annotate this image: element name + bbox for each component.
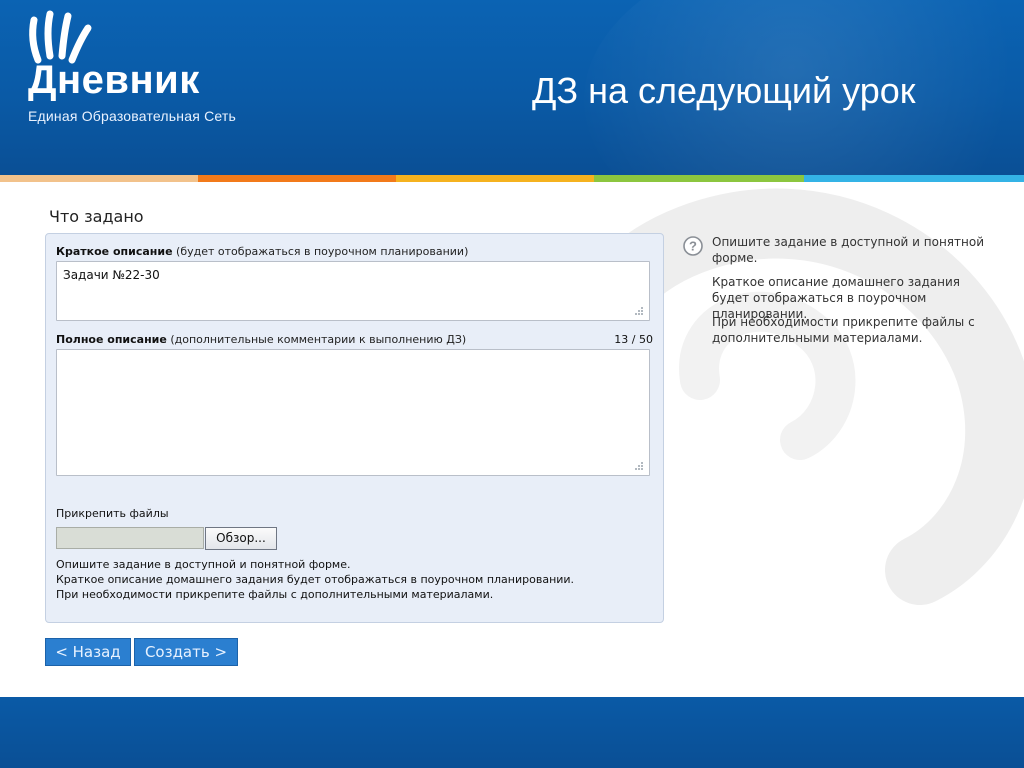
form-hint: Опишите задание в доступной и понятной ф… — [56, 558, 351, 571]
question-icon: ? — [683, 236, 703, 256]
resize-grip-icon[interactable] — [633, 305, 643, 315]
footer-band — [0, 697, 1024, 768]
color-stripe — [0, 175, 1024, 182]
full-description-label-note: (дополнительные комментарии к выполнению… — [166, 333, 467, 346]
back-button[interactable]: < Назад — [45, 638, 131, 666]
help-text: При необходимости прикрепите файлы с доп… — [712, 315, 975, 345]
homework-form-panel: Краткое описание (будет отображаться в п… — [45, 233, 664, 623]
section-title: Что задано — [49, 207, 144, 226]
file-path-input[interactable] — [56, 527, 204, 549]
svg-text:?: ? — [689, 239, 697, 254]
stripe-segment — [594, 175, 804, 182]
form-hint: Краткое описание домашнего задания будет… — [56, 573, 575, 586]
short-description-label: Краткое описание (будет отображаться в п… — [56, 245, 468, 258]
short-description-label-note: (будет отображаться в поурочном планиров… — [172, 245, 469, 258]
browse-button[interactable]: Обзор... — [205, 527, 277, 550]
stripe-segment — [804, 175, 1024, 182]
short-description-value: Задачи №22-30 — [63, 268, 160, 282]
short-description-label-bold: Краткое описание — [56, 245, 173, 258]
create-button[interactable]: Создать > — [134, 638, 238, 666]
help-text: Опишите задание в доступной и понятной ф… — [712, 235, 984, 265]
form-hint: При необходимости прикрепите файлы с доп… — [56, 588, 494, 601]
header-band: Дневник Единая Образовательная Сеть ДЗ н… — [0, 0, 1024, 175]
stripe-segment — [198, 175, 396, 182]
logo-wordmark: Дневник — [28, 58, 200, 102]
logo[interactable]: Дневник Единая Образовательная Сеть — [10, 10, 270, 140]
full-description-label-bold: Полное описание — [56, 333, 167, 346]
slide-title: ДЗ на следующий урок — [532, 70, 916, 111]
full-description-input[interactable] — [56, 349, 650, 476]
character-counter: 13 / 50 — [614, 333, 653, 346]
logo-subtitle: Единая Образовательная Сеть — [28, 108, 237, 124]
full-description-label: Полное описание (дополнительные коммента… — [56, 333, 466, 346]
short-description-input[interactable]: Задачи №22-30 — [56, 261, 650, 321]
resize-grip-icon[interactable] — [633, 460, 643, 470]
stripe-segment — [396, 175, 594, 182]
attach-files-label: Прикрепить файлы — [56, 507, 169, 520]
stripe-segment — [0, 175, 198, 182]
